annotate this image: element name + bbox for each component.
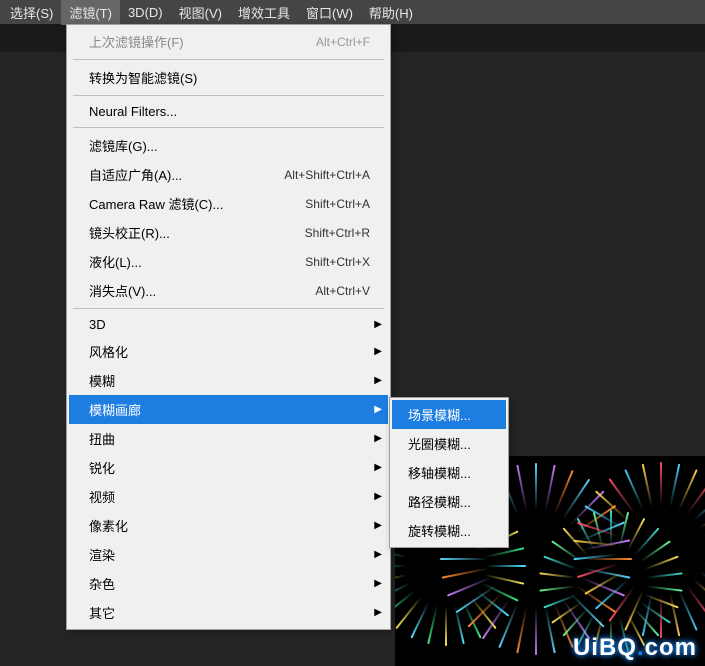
menu-sharpen[interactable]: 锐化▶ (69, 453, 388, 482)
chevron-right-icon: ▶ (374, 433, 382, 444)
chevron-right-icon: ▶ (374, 462, 382, 473)
menu-view[interactable]: 视图(V) (171, 0, 230, 25)
menu-render[interactable]: 渲染▶ (69, 540, 388, 569)
menu-pixelate[interactable]: 像素化▶ (69, 511, 388, 540)
menu-neural-filters[interactable]: Neural Filters... (69, 99, 388, 124)
menu-last-filter: 上次滤镜操作(F) Alt+Ctrl+F (69, 27, 388, 56)
menu-blur-gallery[interactable]: 模糊画廊▶ (69, 395, 388, 424)
menu-separator (73, 95, 384, 96)
menu-3d[interactable]: 3D(D) (120, 2, 171, 23)
menu-filter-gallery[interactable]: 滤镜库(G)... (69, 131, 388, 160)
submenu-path-blur[interactable]: 路径模糊... (392, 487, 506, 516)
blur-gallery-submenu: 场景模糊... 光圈模糊... 移轴模糊... 路径模糊... 旋转模糊... (389, 397, 509, 548)
submenu-iris-blur[interactable]: 光圈模糊... (392, 429, 506, 458)
chevron-right-icon: ▶ (374, 375, 382, 386)
menu-filter[interactable]: 滤镜(T) (61, 0, 120, 25)
menu-noise[interactable]: 杂色▶ (69, 569, 388, 598)
menu-blur[interactable]: 模糊▶ (69, 366, 388, 395)
menu-distort[interactable]: 扭曲▶ (69, 424, 388, 453)
menu-separator (73, 308, 384, 309)
watermark: UiBQ.com (573, 634, 697, 662)
chevron-right-icon: ▶ (374, 578, 382, 589)
chevron-right-icon: ▶ (374, 346, 382, 357)
menu-vanishing-point[interactable]: 消失点(V)... Alt+Ctrl+V (69, 276, 388, 305)
menu-separator (73, 59, 384, 60)
submenu-spin-blur[interactable]: 旋转模糊... (392, 516, 506, 545)
chevron-right-icon: ▶ (374, 319, 382, 330)
menu-separator (73, 127, 384, 128)
submenu-field-blur[interactable]: 场景模糊... (392, 400, 506, 429)
menu-other[interactable]: 其它▶ (69, 598, 388, 627)
chevron-right-icon: ▶ (374, 520, 382, 531)
menu-stylize[interactable]: 风格化▶ (69, 337, 388, 366)
menu-camera-raw[interactable]: Camera Raw 滤镜(C)... Shift+Ctrl+A (69, 189, 388, 218)
menu-select[interactable]: 选择(S) (2, 0, 61, 25)
filter-menu-dropdown: 上次滤镜操作(F) Alt+Ctrl+F 转换为智能滤镜(S) Neural F… (66, 24, 391, 630)
chevron-right-icon: ▶ (374, 549, 382, 560)
menu-3d-sub[interactable]: 3D▶ (69, 312, 388, 337)
chevron-right-icon: ▶ (374, 607, 382, 618)
menu-liquify[interactable]: 液化(L)... Shift+Ctrl+X (69, 247, 388, 276)
menu-video[interactable]: 视频▶ (69, 482, 388, 511)
menu-lens-correction[interactable]: 镜头校正(R)... Shift+Ctrl+R (69, 218, 388, 247)
menu-help[interactable]: 帮助(H) (361, 0, 421, 25)
menu-window[interactable]: 窗口(W) (298, 0, 361, 25)
chevron-right-icon: ▶ (374, 404, 382, 415)
submenu-tilt-shift[interactable]: 移轴模糊... (392, 458, 506, 487)
menubar: 选择(S) 滤镜(T) 3D(D) 视图(V) 增效工具 窗口(W) 帮助(H) (0, 0, 705, 24)
menu-adaptive-wide[interactable]: 自适应广角(A)... Alt+Shift+Ctrl+A (69, 160, 388, 189)
menu-plugins[interactable]: 增效工具 (230, 0, 298, 25)
chevron-right-icon: ▶ (374, 491, 382, 502)
menu-convert-smart[interactable]: 转换为智能滤镜(S) (69, 63, 388, 92)
